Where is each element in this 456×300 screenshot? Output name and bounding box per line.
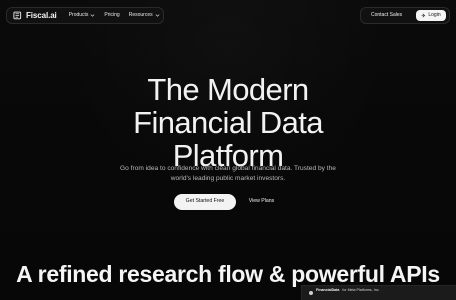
login-icon [421, 13, 426, 18]
hero-subtitle-line-2: world's leading public market investors. [170, 175, 286, 182]
preview-company-text: for Meta Platforms, Inc. [342, 288, 380, 292]
account-actions: Contact Sales Login [360, 7, 450, 24]
hero-title-line-1: The Modern [147, 71, 309, 107]
preview-caption: FinancialData for Meta Platforms, Inc. [316, 288, 380, 293]
nav-item-resources[interactable]: Resources [129, 13, 160, 18]
nav-item-pricing-label: Pricing [104, 12, 120, 18]
brand-logo[interactable]: Fiscal.ai [13, 11, 57, 20]
nav-item-products[interactable]: Products [69, 13, 96, 18]
brand-name: Fiscal.ai [26, 11, 57, 20]
contact-sales-link[interactable]: Contact Sales [371, 13, 402, 18]
preview-brand: FinancialData [316, 288, 340, 292]
nav-item-pricing[interactable]: Pricing [104, 13, 119, 18]
hero-title-line-2: Financial Data [133, 104, 323, 140]
section-heading: A refined research flow & powerful APIs [16, 261, 440, 288]
preview-brand-dot [309, 291, 313, 295]
get-started-button[interactable]: Get Started Free [174, 194, 236, 210]
chevron-down-icon [155, 14, 159, 17]
hero-title: The Modern Financial Data Platform [0, 73, 456, 172]
product-preview: FinancialData for Meta Platforms, Inc. [301, 285, 456, 300]
nav-item-products-label: Products [68, 12, 89, 18]
hero-subtitle-line-1: Go from idea to confidence with clean gl… [120, 165, 336, 172]
ledger-icon [13, 11, 22, 20]
primary-navigation: Fiscal.ai Products Pricing Resources [6, 7, 164, 24]
nav-item-resources-label: Resources [128, 12, 153, 18]
landing-page: Fiscal.ai Products Pricing Resources Con… [0, 0, 456, 300]
hero-subtitle: Go from idea to confidence with clean gl… [92, 164, 364, 184]
login-button-label: Login [428, 12, 441, 18]
chevron-down-icon [91, 14, 95, 17]
login-button[interactable]: Login [416, 10, 446, 21]
view-plans-link[interactable]: View Plans [245, 194, 278, 210]
